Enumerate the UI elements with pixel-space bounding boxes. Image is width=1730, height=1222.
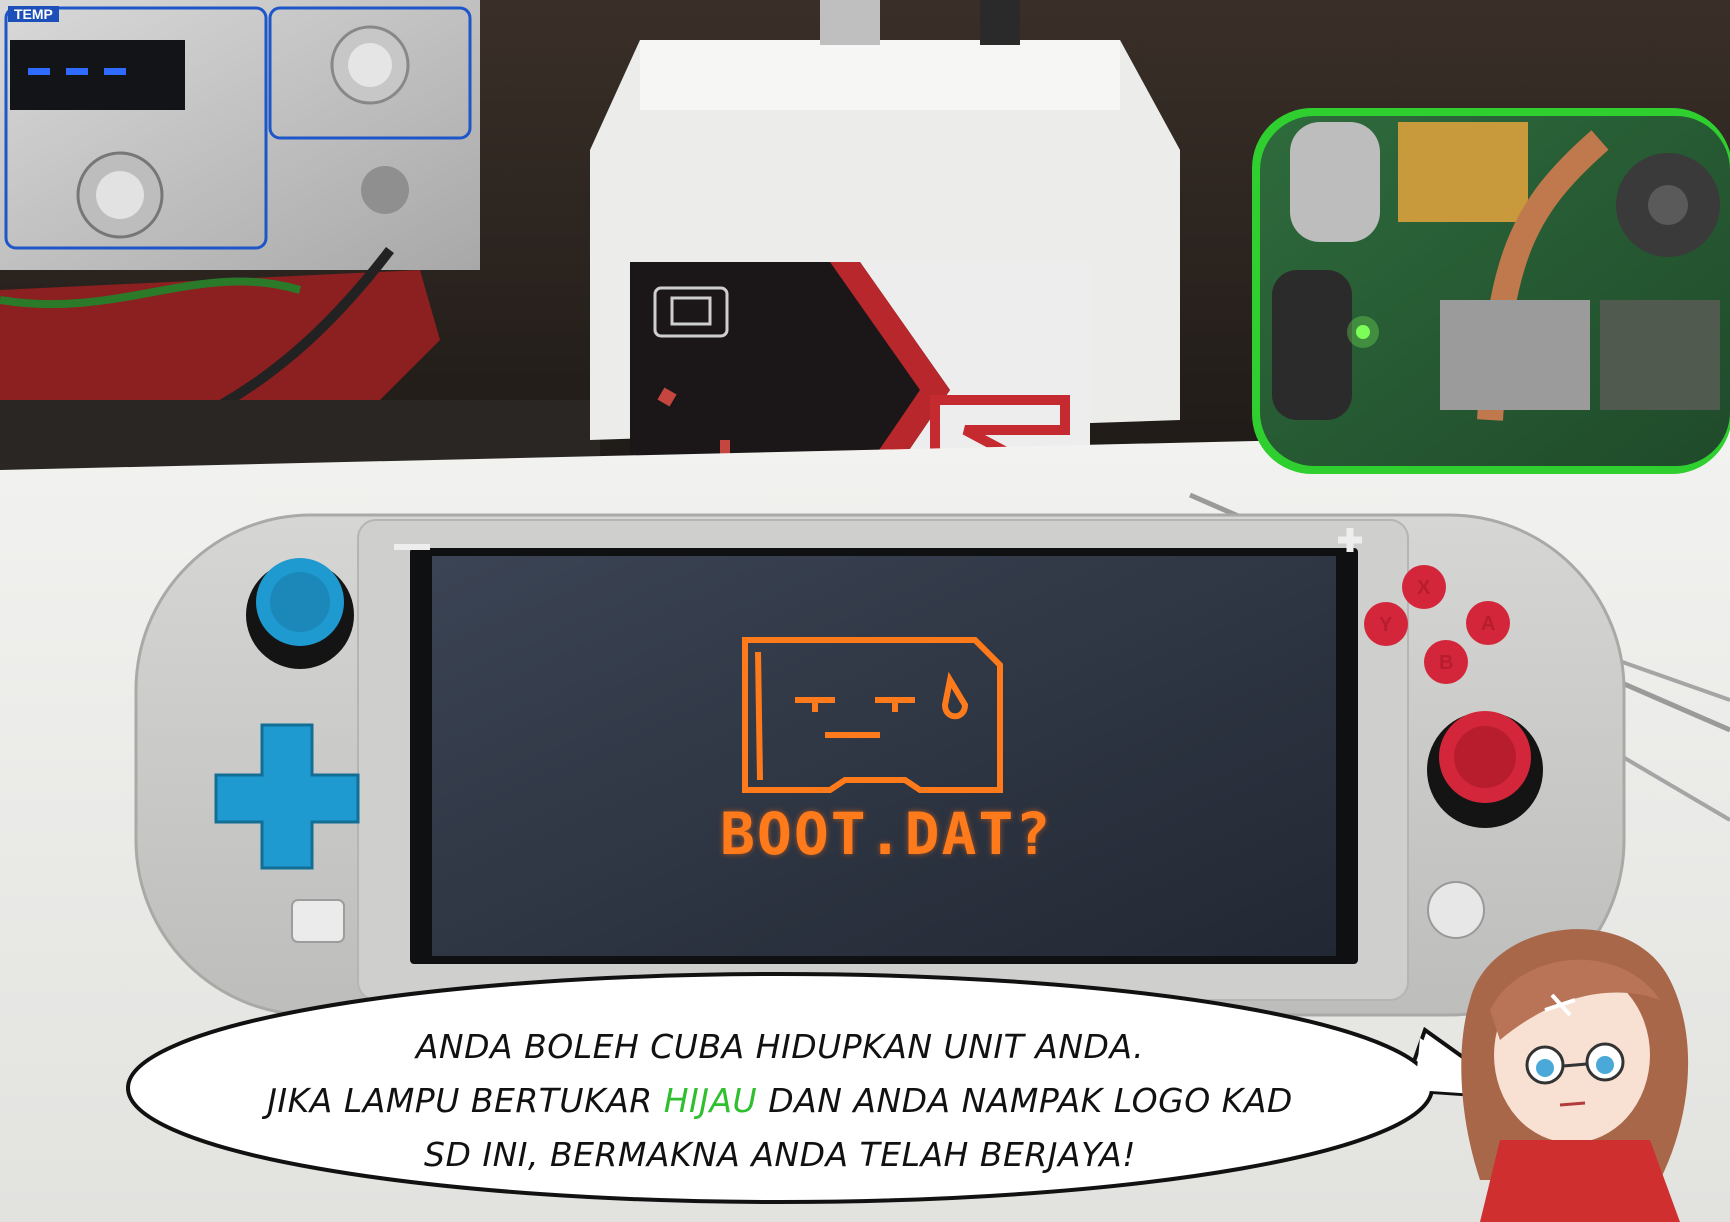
- game-console: X Y A B: [134, 513, 1626, 1017]
- red-tray: [0, 270, 440, 420]
- bubble-line-2-start: JIKA LAMPU BERTUKAR: [267, 1081, 664, 1120]
- photo-scene: X Y A B TEMP BOOT.DAT? ANDA BOLEH CUBA H…: [0, 0, 1730, 1222]
- soldering-station: [0, 0, 480, 270]
- home-button: [1427, 881, 1485, 939]
- pcb-inset-photo: [1252, 108, 1730, 474]
- button-y-label: Y: [1379, 614, 1393, 636]
- console-screen: [432, 556, 1336, 956]
- bubble-highlight-green: HIJAU: [663, 1081, 758, 1120]
- anime-character: [1461, 929, 1689, 1222]
- capture-button: [291, 899, 345, 943]
- temp-label: TEMP: [8, 6, 59, 22]
- bubble-line-2-end: DAN ANDA NAMPAK LOGO KAD: [757, 1081, 1293, 1120]
- minus-button: [394, 544, 430, 550]
- button-a-label: A: [1481, 613, 1495, 635]
- speech-bubble-text: ANDA BOLEH CUBA HIDUPKAN UNIT ANDA. JIKA…: [150, 1020, 1410, 1182]
- screen-message: BOOT.DAT?: [720, 800, 1053, 868]
- button-x-label: X: [1417, 577, 1431, 599]
- bubble-line-2: JIKA LAMPU BERTUKAR HIJAU DAN ANDA NAMPA…: [150, 1074, 1410, 1128]
- button-b-label: B: [1439, 652, 1453, 674]
- bubble-line-1: ANDA BOLEH CUBA HIDUPKAN UNIT ANDA.: [415, 1027, 1145, 1066]
- bubble-line-3: SD INI, BERMAKNA ANDA TELAH BERJAYA!: [424, 1135, 1136, 1174]
